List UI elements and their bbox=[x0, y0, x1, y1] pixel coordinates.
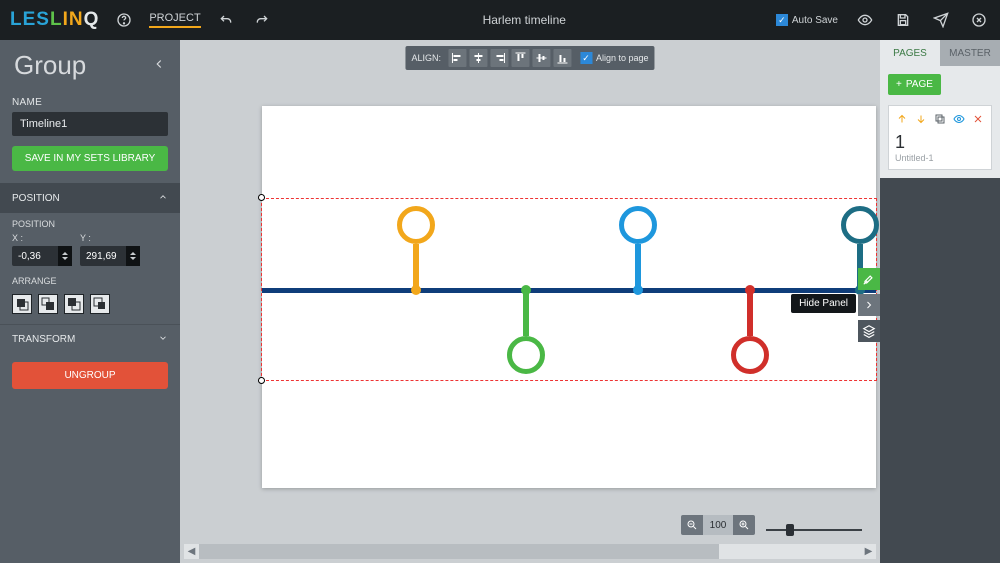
tab-master[interactable]: MASTER bbox=[940, 40, 1000, 66]
page-canvas[interactable] bbox=[262, 106, 876, 488]
ungroup-button[interactable]: UNGROUP bbox=[12, 362, 168, 389]
timeline-dot bbox=[521, 285, 531, 295]
zoom-slider[interactable] bbox=[766, 529, 862, 531]
timeline-node[interactable] bbox=[507, 336, 545, 374]
bring-front-button[interactable] bbox=[12, 294, 32, 314]
timeline-dot bbox=[633, 285, 643, 295]
send-backward-button[interactable] bbox=[64, 294, 84, 314]
position-sublabel: POSITION bbox=[12, 219, 168, 229]
chevron-down-icon bbox=[158, 333, 168, 346]
bring-forward-button[interactable] bbox=[38, 294, 58, 314]
align-toolbar: ALIGN: ✓ Align to page bbox=[405, 46, 654, 70]
tools-button[interactable] bbox=[858, 268, 880, 290]
timeline-node[interactable] bbox=[397, 206, 435, 244]
x-label: X : bbox=[12, 233, 72, 243]
scroll-left-icon[interactable]: ◀ bbox=[184, 544, 199, 559]
panel-title: Group bbox=[14, 50, 86, 81]
y-stepper[interactable] bbox=[126, 246, 140, 266]
check-icon: ✓ bbox=[580, 52, 592, 64]
delete-page-icon[interactable] bbox=[972, 112, 985, 126]
y-label: Y : bbox=[80, 233, 140, 243]
y-input[interactable] bbox=[80, 247, 126, 266]
menu-project[interactable]: PROJECT bbox=[149, 12, 200, 28]
align-left-icon[interactable] bbox=[448, 49, 466, 67]
align-right-icon[interactable] bbox=[490, 49, 508, 67]
align-top-icon[interactable] bbox=[511, 49, 529, 67]
properties-panel: Group NAME SAVE IN MY SETS LIBRARY POSIT… bbox=[0, 40, 180, 563]
hide-panel-button[interactable] bbox=[858, 294, 880, 316]
transform-section-header[interactable]: TRANSFORM bbox=[0, 324, 180, 354]
page-name: Untitled-1 bbox=[895, 153, 985, 163]
resize-handle-sw[interactable] bbox=[258, 377, 265, 384]
autosave-toggle[interactable]: ✓ Auto Save bbox=[776, 14, 838, 26]
timeline-stem bbox=[635, 244, 641, 290]
timeline-dot bbox=[745, 285, 755, 295]
hide-panel-tooltip: Hide Panel bbox=[791, 294, 856, 313]
zoom-value: 100 bbox=[703, 515, 733, 535]
visibility-icon[interactable] bbox=[953, 112, 966, 126]
document-title: Harlem timeline bbox=[273, 13, 776, 27]
plus-icon: + bbox=[896, 79, 902, 90]
check-icon: ✓ bbox=[776, 14, 788, 26]
undo-icon[interactable] bbox=[215, 9, 237, 31]
add-page-button[interactable]: + PAGE bbox=[888, 74, 941, 95]
move-up-icon[interactable] bbox=[895, 112, 908, 126]
x-input[interactable] bbox=[12, 247, 58, 266]
timeline-node[interactable] bbox=[619, 206, 657, 244]
align-label: ALIGN: bbox=[411, 53, 441, 63]
duplicate-icon[interactable] bbox=[933, 112, 946, 126]
arrange-label: ARRANGE bbox=[12, 276, 168, 286]
timeline-stem bbox=[747, 290, 753, 336]
panel-collapse-icon[interactable] bbox=[152, 54, 166, 77]
layers-button[interactable] bbox=[858, 320, 880, 342]
timeline-node[interactable] bbox=[841, 206, 879, 244]
save-icon[interactable] bbox=[892, 9, 914, 31]
align-bottom-icon[interactable] bbox=[553, 49, 571, 67]
close-icon[interactable] bbox=[968, 9, 990, 31]
zoom-cluster: 100 bbox=[681, 515, 755, 535]
chevron-up-icon bbox=[158, 191, 168, 205]
zoom-out-button[interactable] bbox=[681, 515, 703, 535]
page-thumbnail[interactable]: 1 Untitled-1 bbox=[888, 105, 992, 170]
x-stepper[interactable] bbox=[58, 246, 72, 266]
resize-handle-nw[interactable] bbox=[258, 194, 265, 201]
timeline-stem bbox=[523, 290, 529, 336]
horizontal-scrollbar[interactable]: ◀ ▶ bbox=[184, 544, 876, 559]
redo-icon[interactable] bbox=[251, 9, 273, 31]
slider-knob[interactable] bbox=[786, 524, 794, 536]
page-number: 1 bbox=[895, 132, 985, 153]
timeline-dot bbox=[411, 285, 421, 295]
timeline-line bbox=[262, 288, 876, 293]
align-middle-v-icon[interactable] bbox=[532, 49, 550, 67]
publish-icon[interactable] bbox=[930, 9, 952, 31]
pages-panel: PAGES MASTER + PAGE 1 Untitled-1 bbox=[880, 40, 1000, 563]
name-label: NAME bbox=[0, 97, 180, 112]
app-logo: LESLINQ bbox=[10, 9, 99, 31]
position-section-header[interactable]: POSITION bbox=[0, 183, 180, 213]
tab-pages[interactable]: PAGES bbox=[880, 40, 940, 66]
help-icon[interactable] bbox=[113, 9, 135, 31]
canvas-area[interactable]: ALIGN: ✓ Align to page bbox=[180, 40, 880, 563]
move-down-icon[interactable] bbox=[914, 112, 927, 126]
name-input[interactable] bbox=[12, 112, 168, 136]
save-library-button[interactable]: SAVE IN MY SETS LIBRARY bbox=[12, 146, 168, 171]
align-center-h-icon[interactable] bbox=[469, 49, 487, 67]
send-back-button[interactable] bbox=[90, 294, 110, 314]
zoom-in-button[interactable] bbox=[733, 515, 755, 535]
timeline-stem bbox=[413, 244, 419, 290]
scroll-thumb[interactable] bbox=[199, 544, 719, 559]
preview-icon[interactable] bbox=[854, 9, 876, 31]
align-to-page-toggle[interactable]: ✓ Align to page bbox=[580, 52, 649, 64]
timeline-node[interactable] bbox=[731, 336, 769, 374]
topbar: LESLINQ PROJECT Harlem timeline ✓ Auto S… bbox=[0, 0, 1000, 40]
scroll-right-icon[interactable]: ▶ bbox=[861, 544, 876, 559]
